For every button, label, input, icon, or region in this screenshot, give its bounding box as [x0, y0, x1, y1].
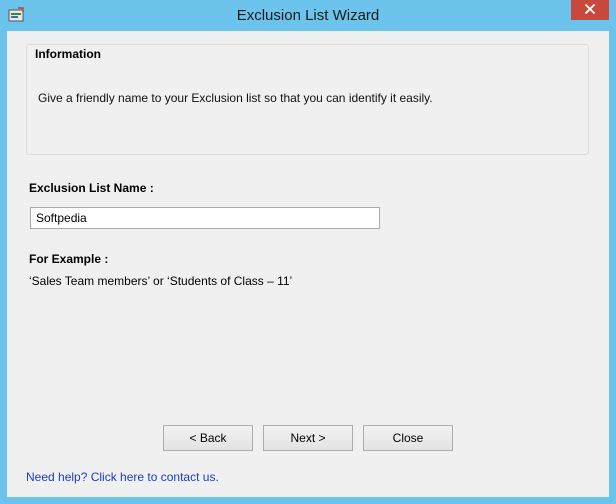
window-title: Exclusion List Wizard [236, 7, 380, 24]
information-groupbox: Information Give a friendly name to your… [26, 44, 589, 155]
title-bar[interactable]: Exclusion List Wizard [0, 0, 616, 31]
window-close-button[interactable] [571, 0, 609, 20]
exclusion-list-name-input[interactable] [30, 207, 380, 229]
wizard-window: Exclusion List Wizard Information Give a… [0, 0, 616, 504]
next-button[interactable]: Next > [263, 425, 353, 451]
example-text: ‘Sales Team members’ or ‘Students of Cla… [29, 274, 293, 288]
information-text: Give a friendly name to your Exclusion l… [38, 91, 433, 105]
exclusion-list-name-label: Exclusion List Name : [29, 181, 154, 195]
information-heading: Information [35, 47, 101, 61]
help-contact-link[interactable]: Need help? Click here to contact us. [26, 470, 219, 484]
back-button[interactable]: < Back [163, 425, 253, 451]
example-heading: For Example : [29, 252, 109, 266]
close-button[interactable]: Close [363, 425, 453, 451]
wizard-content: Information Give a friendly name to your… [7, 31, 609, 497]
close-icon [584, 3, 596, 17]
